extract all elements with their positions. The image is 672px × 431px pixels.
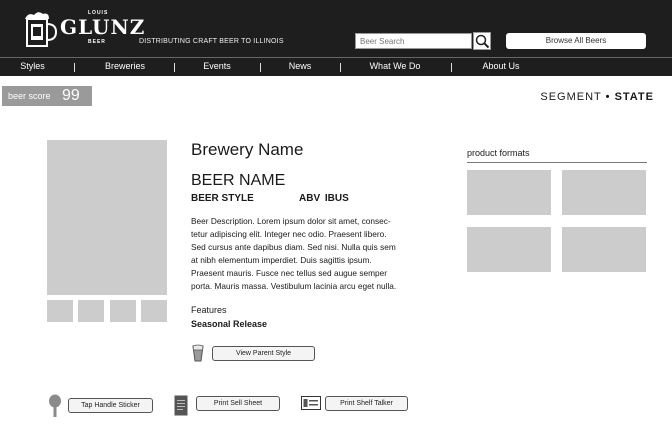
print-shelf-talker-button[interactable]: Print Shelf Talker [325,396,408,411]
beer-name: BEER NAME [191,172,286,189]
beer-style: BEER STYLE [191,193,254,204]
search-button[interactable] [473,32,491,50]
state-label: STATE [614,91,654,103]
nav-divider [174,63,175,72]
description-line: tetur adipiscing elit. Integer nec odio.… [191,229,387,239]
nav-item-news[interactable]: News [280,58,320,76]
segment-label: SEGMENT [540,91,602,103]
features-value: Seasonal Release [191,319,268,329]
print-sell-sheet-button[interactable]: Print Sell Sheet [196,396,280,411]
segment-separator: • [605,91,611,103]
brewery-name[interactable]: Brewery Name [191,140,303,160]
description-line: at nibh elementum imperdiet. Duis sagitt… [191,255,372,265]
browse-all-beers-button[interactable]: Browse All Beers [506,33,646,49]
product-format-tile[interactable] [562,170,646,215]
description-line: Praesent mauris. Fusce nec tellus sed au… [191,268,387,278]
nav-divider [74,63,75,72]
beer-thumbnail[interactable] [78,300,104,322]
glunz-logo[interactable]: LOUIS GLUNZ BEER [20,8,144,50]
product-format-tile[interactable] [562,227,646,272]
nav-divider [260,63,261,72]
nav-item-breweries[interactable]: Breweries [95,58,155,76]
segment-state: SEGMENT • STATE [540,91,654,103]
beer-main-image [47,140,167,295]
abv-ibus: ABV IBUS [299,193,349,204]
search-icon [475,34,490,49]
product-format-tile[interactable] [467,227,551,272]
logo-glunz-text: GLUNZ [60,15,146,39]
view-parent-style-button[interactable]: View Parent Style [212,346,315,361]
description-line: Beer Description. Lorem ipsum dolor sit … [191,216,391,226]
product-formats-label: product formats [467,148,530,158]
tap-handle-icon [49,394,61,417]
nav-item-about-us[interactable]: About Us [472,58,530,76]
beer-mug-logo-icon [25,12,58,47]
document-icon [174,395,188,416]
beer-description: Beer Description. Lorem ipsum dolor sit … [191,215,431,293]
beer-score-label: beer score [8,91,51,101]
beer-thumbnail[interactable] [47,300,73,322]
site-header: LOUIS GLUNZ BEER DISTRIBUTING CRAFT BEER… [0,0,672,57]
features-label: Features [191,305,227,315]
shelf-talker-icon [301,396,321,410]
tap-handle-sticker-button[interactable]: Tap Handle Sticker [68,398,153,413]
nav-item-events[interactable]: Events [192,58,242,76]
nav-divider [451,63,452,72]
beer-search-input[interactable] [355,33,472,49]
beer-score-value: 99 [62,87,80,104]
beer-thumbnail[interactable] [141,300,167,322]
main-nav: Styles Breweries Events News What We Do … [0,57,672,76]
description-line: porta. Mauris massa. Vestibulum lacinia … [191,281,397,291]
logo-beer-text: BEER [88,39,106,45]
description-line: Sed cursus ante dapibus diam. Sed nisi. … [191,242,396,252]
beer-score-badge: beer score 99 [2,86,92,106]
product-formats-divider [467,162,647,163]
nav-item-styles[interactable]: Styles [10,58,55,76]
beer-thumbnail[interactable] [110,300,136,322]
product-format-tile[interactable] [467,170,551,215]
tagline: DISTRIBUTING CRAFT BEER TO ILLINOIS [139,38,284,45]
beer-glass-icon [192,344,204,362]
nav-item-what-we-do[interactable]: What We Do [360,58,430,76]
nav-divider [340,63,341,72]
